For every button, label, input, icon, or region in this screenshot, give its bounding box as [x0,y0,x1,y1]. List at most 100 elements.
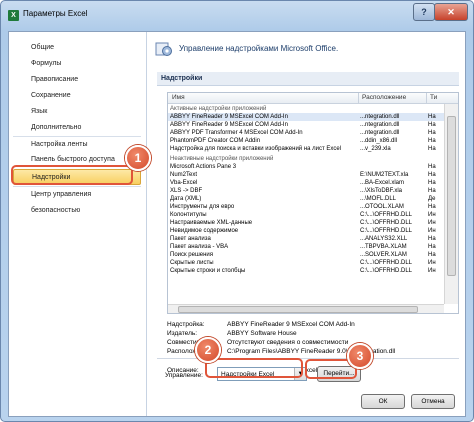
cell-location: ...ddin_x86.dll [360,138,398,144]
cell-name: Пакет анализа - VBA [170,244,229,250]
cell-name: Microsoft Actions Pane 3 [170,164,237,170]
vertical-scrollbar[interactable] [444,104,458,304]
cell-location: ...v_239.xla [360,146,391,152]
sidebar-item-proofing[interactable]: Правописание [13,72,141,88]
sidebar-item-advanced[interactable]: Дополнительно [13,120,141,136]
cell-name: Vba-Excel [170,180,198,186]
table-row[interactable]: Надстройка для поиска и вставки изображе… [168,145,458,153]
detail-value: Отсутствуют сведения о совместимости [227,339,349,346]
cell-name: Поиск решения [170,252,214,258]
table-row[interactable]: Поиск решения ...SOLVER.XLAM На [168,251,458,259]
sidebar-item-language[interactable]: Язык [13,104,141,120]
cell-name: ABBYY FineReader 9 MSExcel COM Add-In [170,122,288,128]
detail-row: Надстройка: ABBYY FineReader 9 MSExcel C… [167,320,459,329]
callout-marker-2: 2 [195,337,221,363]
cell-type: На [428,244,436,250]
cell-location: ...\XlsToDBF.xla [360,188,403,194]
cell-type: На [428,180,436,186]
cell-type: На [428,146,436,152]
cell-type: На [428,130,436,136]
table-group-header: Неактивные надстройки приложений [168,155,458,163]
cell-location: ...TBPVBA.XLAM [360,244,407,250]
table-row[interactable]: Дата (XML) ...\MOFL.DLL Де [168,195,458,203]
cell-type: На [428,188,436,194]
cell-type: На [428,114,436,120]
detail-value: ABBYY FineReader 9 MSExcel COM Add-In [227,321,355,328]
panel-header: Управление надстройками Microsoft Office… [179,44,339,53]
detail-label: Надстройка: [167,321,205,328]
cell-location: ...OTOOL.XLAM [360,204,404,210]
cell-name: Надстройка для поиска и вставки изображе… [170,146,342,152]
cell-location: E:\NUM2TEXT.xla [360,172,409,178]
column-header-location[interactable]: Расположение [362,94,406,101]
table-row[interactable]: Инструменты для евро ...OTOOL.XLAM На [168,203,458,211]
cell-type: На [428,172,436,178]
callout-marker-3: 3 [347,343,373,369]
sidebar-item-trust-center[interactable]: Центр управления безопасностью [13,186,141,214]
cell-type: Ин [428,212,436,218]
cell-name: XLS -> DBF [170,188,203,194]
column-header-name[interactable]: Имя [172,94,185,101]
table-row[interactable]: Скрытые листы C:\...\OFFRHD.DLL Ин [168,259,458,267]
cell-location: ...BA-Excel.xlam [360,180,405,186]
cell-location: ...\MOFL.DLL [360,196,397,202]
table-row[interactable]: Невидимое содержимое C:\...\OFFRHD.DLL Ин [168,227,458,235]
cell-name: Невидимое содержимое [170,228,239,234]
table-row[interactable]: Скрытые строки и столбцы C:\...\OFFRHD.DL… [168,267,458,275]
cell-location: C:\...\OFFRHD.DLL [360,212,413,218]
table-row[interactable]: XLS -> DBF ...\XlsToDBF.xla На [168,187,458,195]
cell-location: C:\...\OFFRHD.DLL [360,260,413,266]
table-row[interactable]: Vba-Excel ...BA-Excel.xlam На [168,179,458,187]
table-row[interactable]: ABBYY FineReader 9 MSExcel COM Add-In...… [168,121,458,129]
sidebar-item-general[interactable]: Общие [13,40,141,56]
table-row[interactable]: Пакет анализа - VBA ...TBPVBA.XLAM На [168,243,458,251]
detail-value: C:\Program Files\ABBYY FineReader 9.0\FR… [227,348,396,355]
cell-type: Ин [428,260,436,266]
sidebar: Общие Формулы Правописание Сохранение Яз… [9,32,147,416]
table-row[interactable]: PhantomPDF Creator COM Addin ...ddin_x86.… [168,137,458,145]
cell-type: На [428,236,436,242]
ok-button[interactable]: ОК [361,394,405,409]
addins-panel: Управление надстройками Microsoft Office… [149,32,465,416]
manage-label: Управление: [165,372,203,379]
sidebar-item-formulas[interactable]: Формулы [13,56,141,72]
excel-options-window: X Параметры Excel ? ✕ Общие Формулы Прав… [0,0,474,422]
sidebar-item-customize-ribbon[interactable]: Настройка ленты [13,136,141,152]
cell-location: ...ntegration.dll [360,114,400,120]
close-button[interactable]: ✕ [434,3,468,21]
table-row[interactable]: Пакет анализа ...ANALYS32.XLL На [168,235,458,243]
detail-value: ABBYY Software House [227,330,297,337]
cell-name: Скрытые строки и столбцы [170,268,246,274]
cell-type: На [428,164,436,170]
cell-type: Ин [428,220,436,226]
dialog-footer: ОК Отмена [149,388,465,416]
cell-location: ...ANALYS32.XLL [360,236,408,242]
cancel-button[interactable]: Отмена [411,394,455,409]
sidebar-item-save[interactable]: Сохранение [13,88,141,104]
group-label: Активные надстройки приложений [170,106,267,112]
cell-location: ...ntegration.dll [360,122,400,128]
table-row[interactable]: Num2Text E:\NUM2TEXT.xla На [168,171,458,179]
table-group-header: Активные надстройки приложений [168,105,458,113]
table-header: Имя Расположение Ти [168,93,458,104]
title-bar: X Параметры Excel ? ✕ [1,1,473,29]
detail-label: Издатель: [167,330,198,337]
cell-location: C:\...\OFFRHD.DLL [360,228,413,234]
window-title: Параметры Excel [23,9,88,18]
column-header-type[interactable]: Ти [430,94,437,101]
cell-type: Де [428,196,436,202]
highlight-manage-select [205,358,303,378]
cell-type: Ин [428,268,436,274]
table-row[interactable]: Microsoft Actions Pane 3 На [168,163,458,171]
help-button[interactable]: ? [413,3,435,21]
horizontal-scrollbar[interactable] [168,304,444,313]
table-row[interactable]: Настраиваемые XML-данные C:\...\OFFRHD.DL… [168,219,458,227]
highlight-addins-item [11,165,133,185]
table-row[interactable]: ABBYY FineReader 9 MSExcel COM Add-In...… [168,113,458,121]
cell-location: C:\...\OFFRHD.DLL [360,220,413,226]
table-row[interactable]: Колонтитулы C:\...\OFFRHD.DLL Ин [168,211,458,219]
cell-name: ABBYY FineReader 9 MSExcel COM Add-In [170,114,288,120]
cell-location: ...ntegration.dll [360,130,400,136]
table-row[interactable]: ABBYY PDF Transformer 4 MSExcel COM Add-… [168,129,458,137]
cell-type: На [428,252,436,258]
